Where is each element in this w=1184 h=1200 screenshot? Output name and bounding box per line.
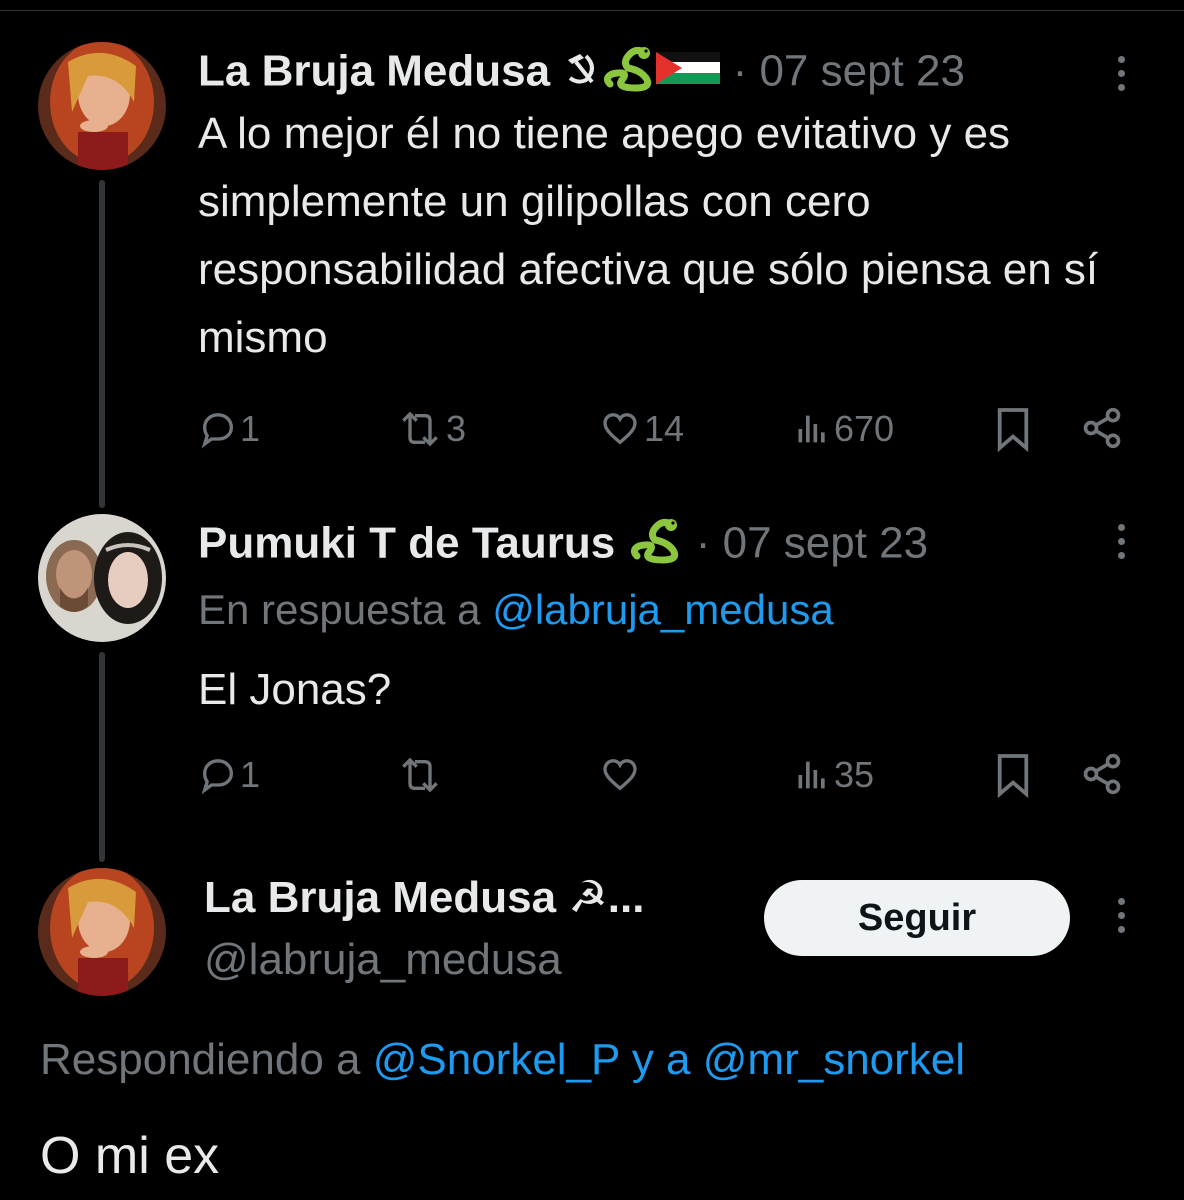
- retweet-button[interactable]: [396, 750, 446, 800]
- responding-prefix: Respondiendo a: [40, 1035, 373, 1084]
- follow-button[interactable]: Seguir: [764, 880, 1070, 956]
- more-icon[interactable]: [1114, 898, 1128, 933]
- responding-handle-link[interactable]: @Snorkel_P: [373, 1035, 620, 1084]
- tweet2-timestamp[interactable]: · 07 sept 23: [696, 519, 928, 568]
- bookmark-icon[interactable]: [994, 406, 1032, 457]
- share-icon[interactable]: [1080, 752, 1124, 801]
- reply-button[interactable]: 1: [198, 404, 260, 454]
- hammer-sickle-icon: [562, 48, 600, 100]
- retweet-button[interactable]: 3: [396, 404, 466, 454]
- tweet1-author-name[interactable]: La Bruja Medusa: [198, 47, 550, 96]
- reply-icon: [201, 759, 234, 795]
- main-author-name[interactable]: La Bruja Medusa ☭...: [204, 872, 644, 924]
- responding-to: Respondiendo a @Snorkel_P y a @mr_snorke…: [40, 1034, 965, 1086]
- like-icon: [603, 759, 637, 791]
- views-icon: [798, 415, 825, 443]
- retweet-icon: [402, 411, 438, 447]
- thread-connector: [99, 180, 105, 508]
- tweet2-author-name[interactable]: Pumuki T de Taurus: [198, 519, 615, 568]
- snake-icon: [600, 44, 656, 104]
- avatar-la-bruja-medusa[interactable]: [38, 868, 166, 996]
- tweet1-text: A lo mejor él no tiene apego evitativo y…: [198, 109, 1099, 362]
- tweet2-header: Pumuki T de Taurus · 07 sept 23: [198, 516, 928, 576]
- avatar-pumuki-t-de-taurus[interactable]: [38, 514, 166, 642]
- views-button[interactable]: 670: [792, 404, 894, 454]
- reply-count: 1: [240, 754, 261, 795]
- like-button[interactable]: [598, 750, 644, 800]
- main-author-handle[interactable]: @labruja_medusa: [204, 934, 562, 986]
- views-count: 35: [834, 754, 875, 795]
- share-icon[interactable]: [1080, 406, 1124, 455]
- views-button[interactable]: 35: [792, 750, 874, 800]
- palestine-flag-icon: [656, 48, 721, 100]
- like-button[interactable]: 14: [598, 404, 684, 454]
- main-author-name-text: La Bruja Medusa ☭...: [204, 873, 645, 922]
- tweet1-timestamp[interactable]: · 07 sept 23: [733, 47, 965, 96]
- retweet-count: 3: [446, 408, 467, 449]
- tweet1-header: La Bruja Medusa · 07 sept 23: [198, 44, 965, 104]
- responding-and: y a: [619, 1035, 703, 1084]
- snake-icon: [627, 516, 683, 576]
- tweet2-reply-to: En respuesta a @labruja_medusa: [198, 584, 834, 636]
- tweet2-text: El Jonas?: [198, 665, 392, 714]
- more-icon[interactable]: [1114, 56, 1128, 91]
- more-icon[interactable]: [1114, 524, 1128, 559]
- reply-to-handle-link[interactable]: @labruja_medusa: [492, 586, 834, 633]
- main-tweet-text: O mi ex: [40, 1127, 220, 1185]
- top-divider: [0, 0, 1184, 11]
- reply-count: 1: [240, 408, 261, 449]
- avatar-la-bruja-medusa[interactable]: [38, 42, 166, 170]
- reply-icon: [201, 413, 234, 449]
- like-icon: [603, 413, 637, 445]
- views-count: 670: [834, 408, 895, 449]
- retweet-icon: [402, 757, 438, 793]
- bookmark-icon[interactable]: [994, 752, 1032, 803]
- reply-to-prefix: En respuesta a: [198, 586, 493, 633]
- views-icon: [798, 761, 825, 789]
- like-count: 14: [644, 408, 685, 449]
- reply-button[interactable]: 1: [198, 750, 260, 800]
- thread-connector: [99, 652, 105, 862]
- responding-handle-link[interactable]: @mr_snorkel: [703, 1035, 965, 1084]
